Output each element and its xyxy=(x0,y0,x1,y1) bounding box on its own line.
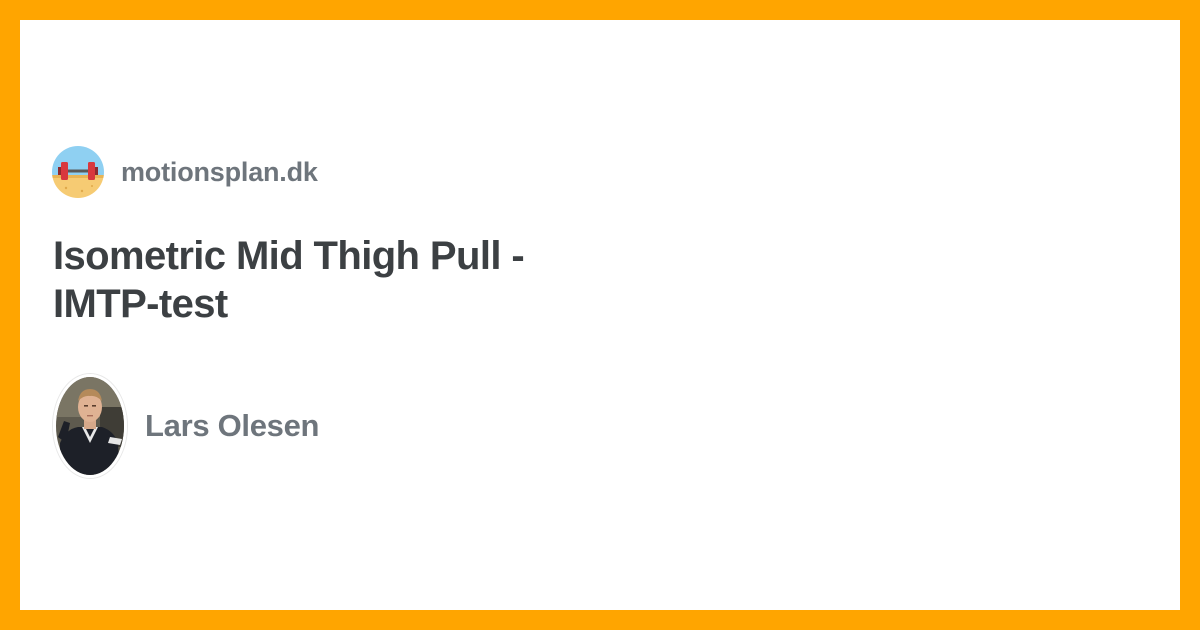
author-byline: Lars Olesen xyxy=(53,374,319,478)
site-name[interactable]: motionsplan.dk xyxy=(121,157,318,188)
author-avatar xyxy=(53,374,127,478)
dumbbell-beach-icon xyxy=(52,146,104,198)
author-name[interactable]: Lars Olesen xyxy=(145,408,319,444)
share-card: motionsplan.dk Isometric Mid Thigh Pull … xyxy=(0,0,1200,630)
article-title[interactable]: Isometric Mid Thigh Pull - IMTP-test xyxy=(53,232,613,328)
site-header: motionsplan.dk xyxy=(52,146,318,198)
